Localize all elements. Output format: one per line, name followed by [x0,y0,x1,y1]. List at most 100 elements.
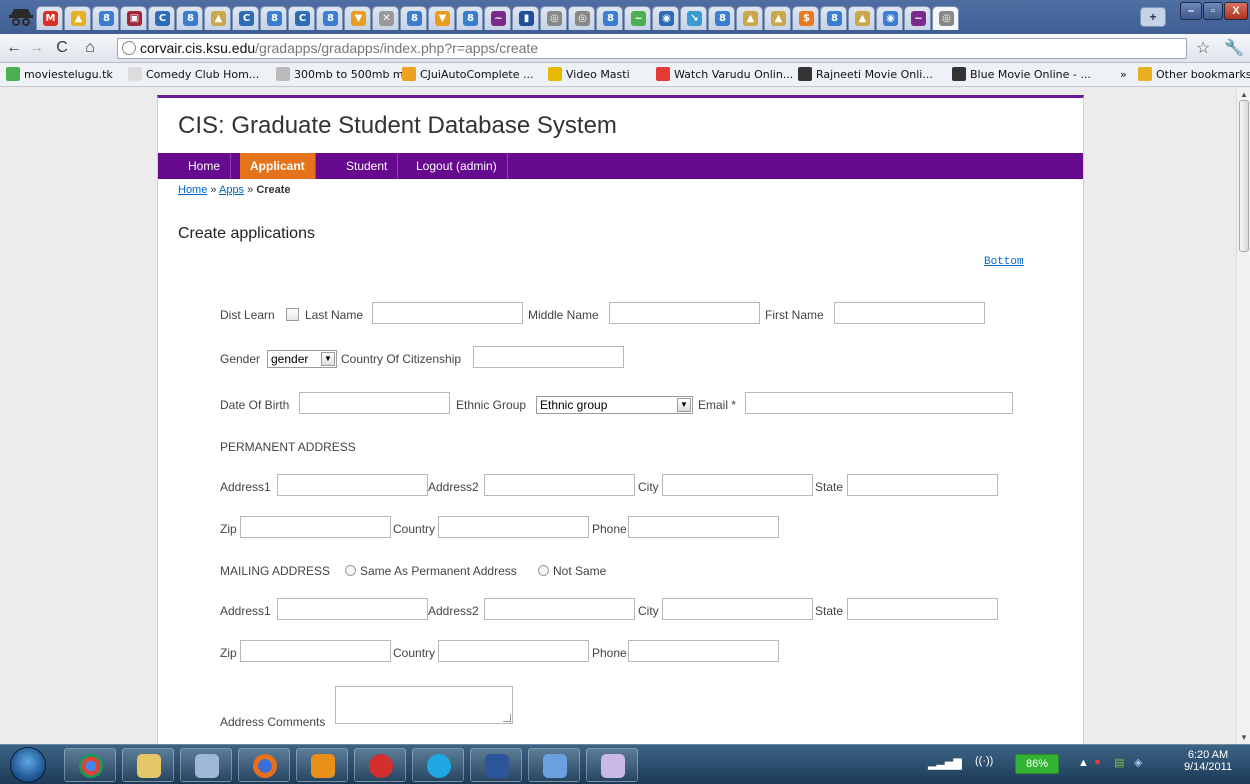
mail-address2-input[interactable] [484,598,635,620]
taskbar-explorer[interactable] [122,748,174,782]
browser-tab[interactable]: 8 [820,6,847,30]
back-icon[interactable]: ← [4,38,24,58]
browser-tab[interactable]: 8 [92,6,119,30]
page-scrollbar[interactable]: ▲ ▼ [1236,88,1250,744]
bookmark-item[interactable]: Blue Movie Online - ... [952,67,1091,83]
browser-tab[interactable]: $ [792,6,819,30]
browser-tab[interactable]: ~ [624,6,651,30]
browser-tab[interactable]: ▲ [204,6,231,30]
browser-tab[interactable]: ~ [484,6,511,30]
mail-phone-input[interactable] [628,640,779,662]
network-icon[interactable]: ▤ [1114,756,1124,769]
bookmark-star-icon[interactable]: ☆ [1196,38,1210,58]
scroll-up-icon[interactable]: ▲ [1240,90,1248,99]
gender-select[interactable]: gender ▼ [267,350,337,368]
browser-tab-active[interactable]: ◎ [932,6,959,30]
show-hidden-icons[interactable]: ▲ [1078,757,1089,769]
browser-tab[interactable]: C [288,6,315,30]
system-clock[interactable]: 6:20 AM 9/14/2011 [1178,749,1238,773]
ethnic-group-select[interactable]: Ethnic group ▼ [536,396,693,414]
browser-tab[interactable]: ◉ [652,6,679,30]
same-as-permanent-radio[interactable] [345,565,356,576]
browser-tab[interactable]: ▼ [344,6,371,30]
menu-applicant[interactable]: Applicant [240,153,316,179]
menu-student[interactable]: Student [336,153,399,179]
browser-tab[interactable]: ~ [904,6,931,30]
breadcrumb-apps[interactable]: Apps [219,184,244,196]
taskbar-virtualbox[interactable] [180,748,232,782]
bookmark-item[interactable]: Comedy Club Hom... [128,67,259,83]
perm-phone-input[interactable] [628,516,779,538]
taskbar-paint[interactable] [586,748,638,782]
taskbar-word[interactable] [470,748,522,782]
browser-tab[interactable]: 8 [316,6,343,30]
minimize-button[interactable]: – [1180,2,1202,20]
bookmark-item[interactable]: Video Masti [548,67,630,83]
scrollbar-thumb[interactable] [1239,100,1249,252]
bottom-link[interactable]: Bottom [984,256,1024,268]
bookmark-item[interactable]: Rajneeti Movie Onli... [798,67,933,83]
country-citizenship-input[interactable] [473,346,624,368]
perm-address1-input[interactable] [277,474,428,496]
address-bar[interactable]: corvair.cis.ksu.edu/gradapps/gradapps/in… [117,38,1187,59]
browser-tab[interactable]: ◉ [876,6,903,30]
taskbar-app[interactable] [354,748,406,782]
bookmark-item[interactable]: 300mb to 500mb m... [276,67,414,83]
perm-state-input[interactable] [847,474,998,496]
browser-tab[interactable]: ▼ [428,6,455,30]
mail-address1-input[interactable] [277,598,428,620]
new-tab-button[interactable]: + [1140,7,1166,27]
browser-tab[interactable]: ↘ [680,6,707,30]
bookmark-item[interactable]: moviestelugu.tk [6,67,113,83]
last-name-input[interactable] [372,302,523,324]
perm-city-input[interactable] [662,474,813,496]
menu-home[interactable]: Home [178,153,232,179]
perm-zip-input[interactable] [240,516,391,538]
perm-country-input[interactable] [438,516,589,538]
taskbar-notepad[interactable] [528,748,580,782]
browser-tab[interactable]: ▲ [848,6,875,30]
wifi-icon[interactable]: ((·)) [975,755,993,767]
taskbar-chrome[interactable] [64,748,116,782]
browser-tab[interactable]: 8 [708,6,735,30]
browser-tab[interactable]: C [148,6,175,30]
browser-tab[interactable]: ▣ [120,6,147,30]
wrench-icon[interactable]: 🔧 [1224,38,1244,58]
not-same-radio[interactable] [538,565,549,576]
mail-zip-input[interactable] [240,640,391,662]
browser-tab[interactable]: ✕ [372,6,399,30]
browser-tab[interactable]: ◎ [568,6,595,30]
breadcrumb-home[interactable]: Home [178,184,207,196]
dob-input[interactable] [299,392,450,414]
other-bookmarks[interactable]: Other bookmarks [1138,67,1250,83]
menu-logout[interactable]: Logout (admin) [406,153,508,179]
taskbar-outlook[interactable] [296,748,348,782]
bookmark-item[interactable]: CJuiAutoComplete ... [402,67,534,83]
start-button[interactable] [10,747,46,783]
browser-tab[interactable]: 8 [456,6,483,30]
browser-tab[interactable]: ◎ [540,6,567,30]
perm-address2-input[interactable] [484,474,635,496]
home-icon[interactable]: ⌂ [80,38,100,58]
forward-icon[interactable]: → [26,38,46,58]
middle-name-input[interactable] [609,302,760,324]
browser-tab[interactable]: ▮ [512,6,539,30]
address-comments-textarea[interactable] [335,686,513,724]
reload-icon[interactable]: C [52,38,72,58]
bookmarks-overflow[interactable]: » [1120,67,1127,83]
email-input[interactable] [745,392,1013,414]
mail-state-input[interactable] [847,598,998,620]
signal-icon[interactable]: ▂▃▅▇ [928,757,962,770]
browser-tab[interactable]: 8 [260,6,287,30]
browser-tab[interactable]: ▲ [64,6,91,30]
battery-indicator[interactable]: 86% [1015,754,1059,774]
dist-learn-checkbox[interactable] [286,308,299,321]
browser-tab[interactable]: 8 [596,6,623,30]
browser-tab[interactable]: C [232,6,259,30]
resize-grip-icon[interactable] [503,714,511,722]
mail-country-input[interactable] [438,640,589,662]
security-icon[interactable]: ● [1094,756,1101,768]
scroll-down-icon[interactable]: ▼ [1240,733,1248,742]
volume-icon[interactable]: ◈ [1134,756,1142,769]
bookmark-item[interactable]: Watch Varudu Onlin... [656,67,793,83]
